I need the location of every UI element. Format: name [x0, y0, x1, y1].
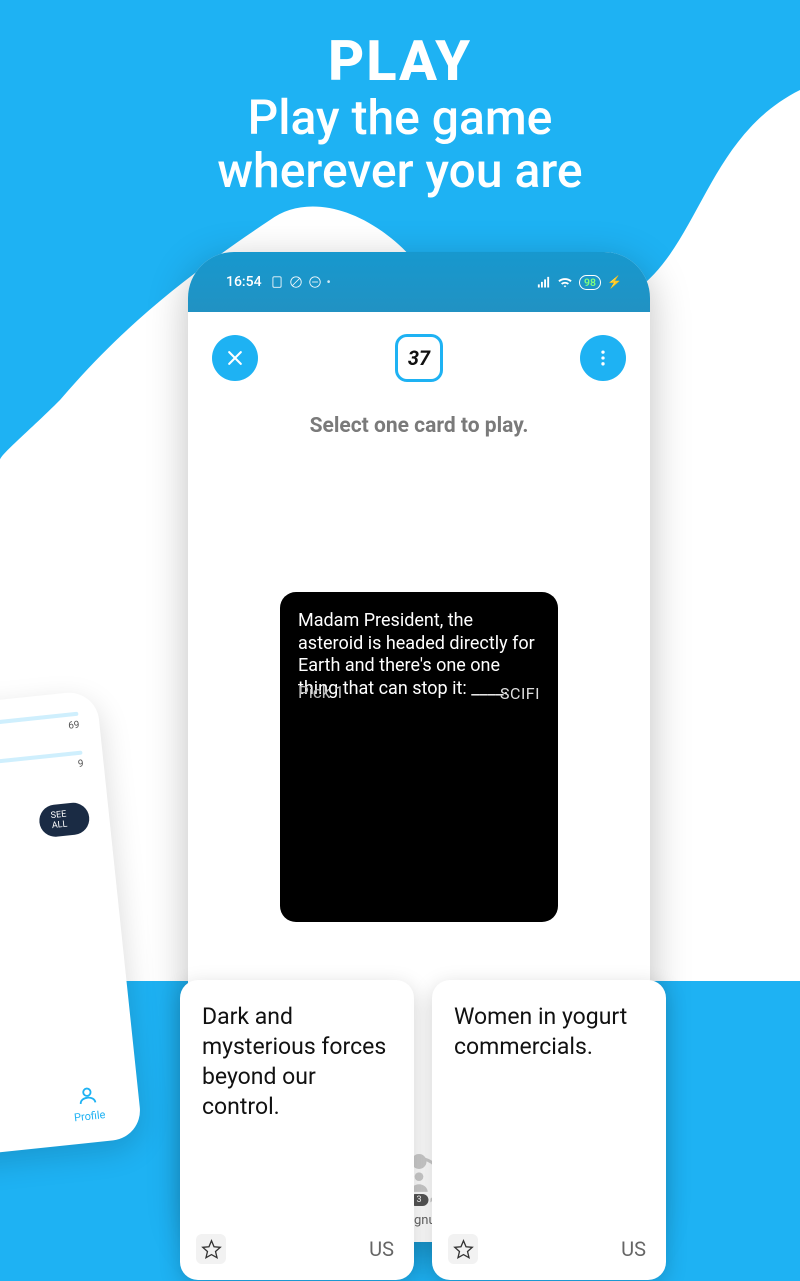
hero-title: PLAY	[0, 28, 800, 94]
hand-cards: Dark and mysterious forces beyond our co…	[180, 980, 680, 1280]
close-icon	[225, 348, 245, 368]
card-region: US	[369, 1236, 394, 1262]
charging-icon: ⚡	[607, 275, 622, 289]
profile-tab[interactable]: Profile	[71, 1083, 106, 1124]
hero-subtitle: Play the game wherever you are	[0, 92, 800, 198]
more-button[interactable]	[580, 335, 626, 381]
black-prompt-card: Madam President, the asteroid is headed …	[280, 592, 558, 922]
dnd-icon	[308, 275, 322, 289]
wifi-icon	[557, 274, 573, 290]
star-icon	[201, 1239, 222, 1260]
white-card[interactable]: Dark and mysterious forces beyond our co…	[180, 980, 414, 1280]
white-card-text: Women in yogurt commercials.	[454, 1002, 644, 1062]
more-icon	[593, 348, 613, 368]
battery-indicator: 98	[579, 275, 601, 290]
background-phone: 69 9 SEE ALL Profile	[0, 690, 143, 1161]
favorite-button[interactable]	[196, 1234, 226, 1264]
close-button[interactable]	[212, 335, 258, 381]
white-card-text: Dark and mysterious forces beyond our co…	[202, 1002, 392, 1122]
signal-icon	[536, 275, 551, 290]
status-bar: 16:54 • 98 ⚡	[188, 252, 650, 312]
star-icon	[453, 1239, 474, 1260]
see-all-button[interactable]: SEE ALL	[38, 801, 91, 838]
status-time: 16:54	[226, 274, 262, 290]
profile-icon	[75, 1084, 99, 1108]
pack-label: SCIFI	[500, 684, 540, 704]
round-timer: 37	[395, 334, 443, 382]
white-card[interactable]: Women in yogurt commercials. US	[432, 980, 666, 1280]
do-not-disturb-icon	[289, 275, 303, 289]
card-region: US	[621, 1236, 646, 1262]
pick-count: Pick 1	[298, 683, 344, 704]
sim-icon	[270, 275, 284, 289]
favorite-button[interactable]	[448, 1234, 478, 1264]
instruction-text: Select one card to play.	[188, 414, 650, 438]
